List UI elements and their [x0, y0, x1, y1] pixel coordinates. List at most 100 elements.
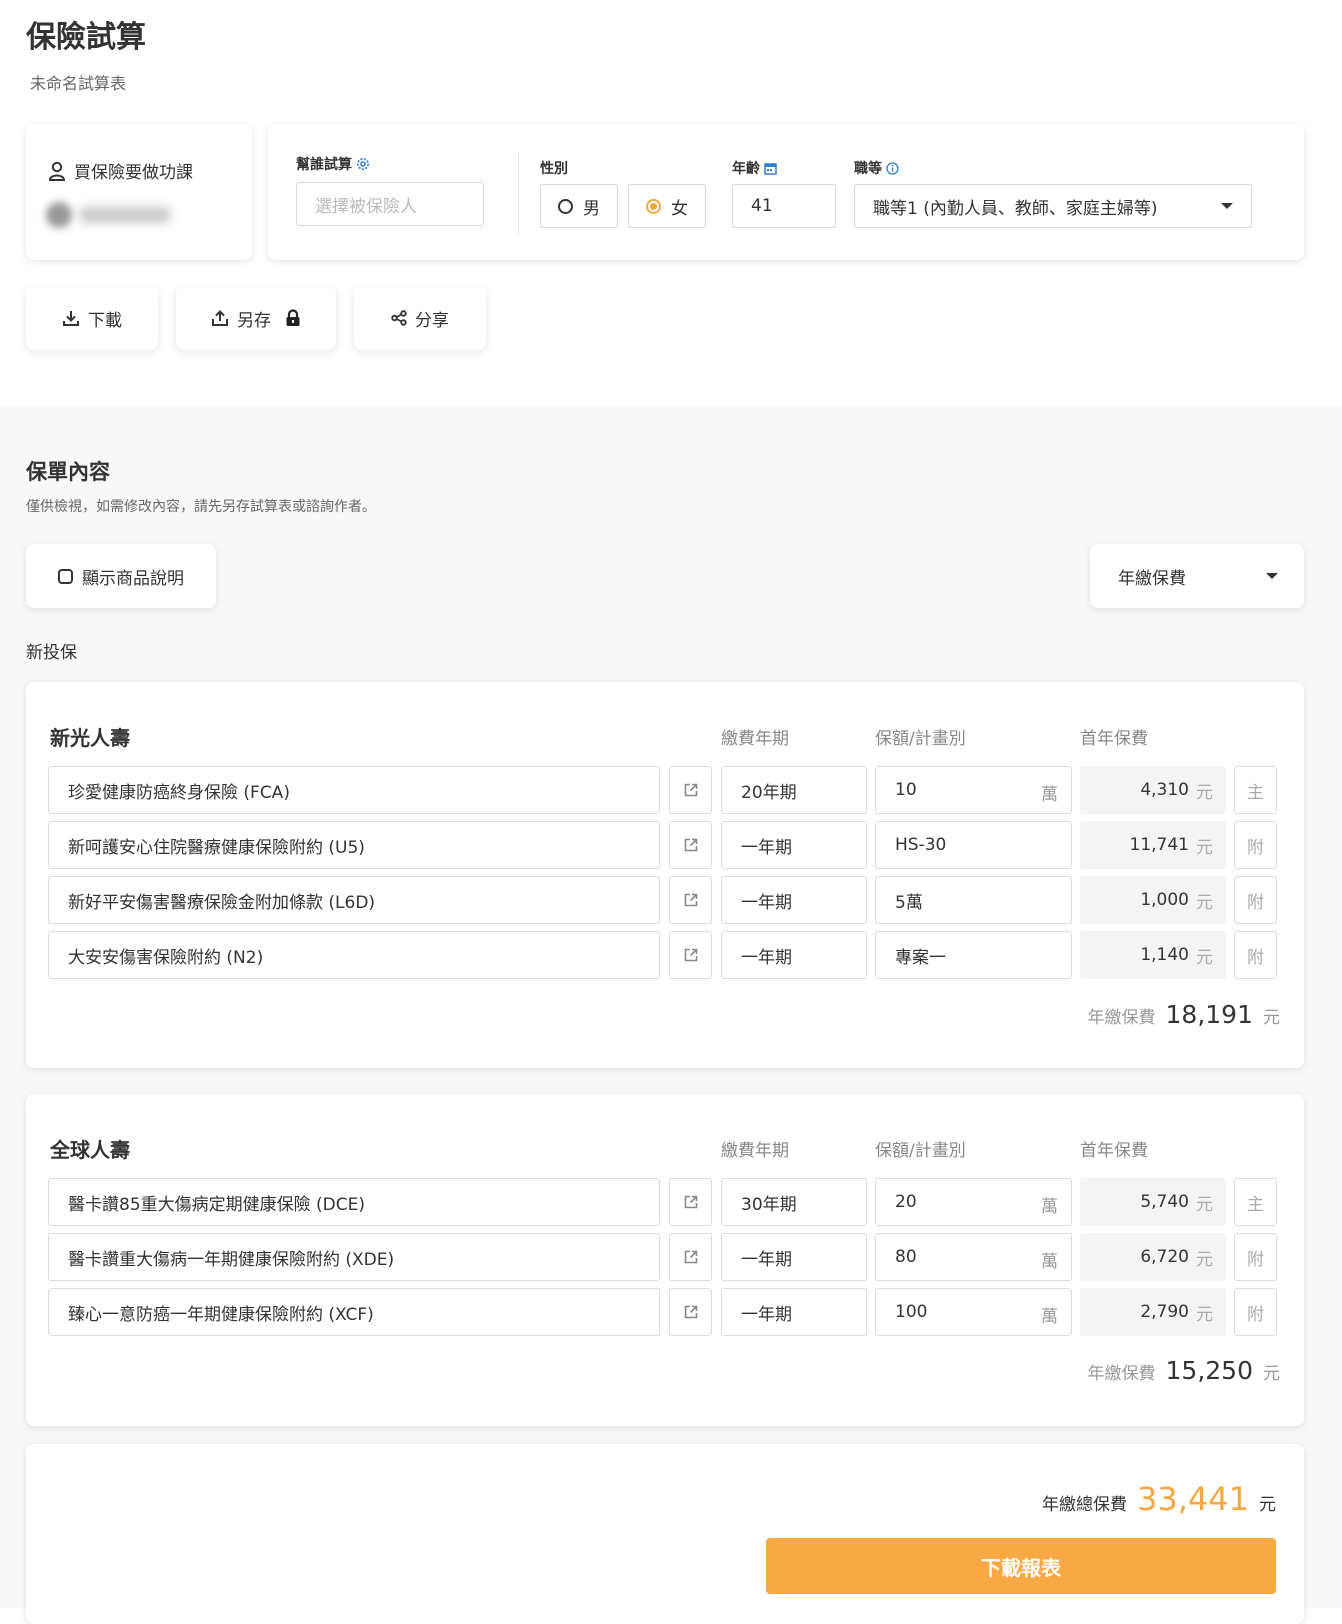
policy-section: 保單內容 僅供檢視，如需修改內容，請先另存試算表或諮詢作者。 顯示商品說明 年繳… [0, 406, 1342, 1624]
product-name[interactable]: 新好平安傷害醫療保險金附加條款 (L6D) [48, 876, 660, 924]
amount-input[interactable]: 10 萬 [875, 766, 1072, 814]
column-header-amount: 保額/計畫別 [875, 729, 966, 749]
external-link-button[interactable] [669, 821, 712, 869]
show-description-label: 顯示商品說明 [82, 568, 184, 589]
external-link-icon [684, 948, 697, 962]
amount-input[interactable]: 專案一 [875, 931, 1072, 979]
amount-unit: 萬 [1041, 1197, 1058, 1217]
rider-tag: 附 [1234, 931, 1277, 979]
external-link-button[interactable] [669, 766, 712, 814]
radio-unselected-icon [558, 198, 573, 214]
amount-value: 80 [895, 1247, 917, 1267]
gender-option-male[interactable]: 男 [540, 184, 618, 228]
term-select[interactable]: 30年期 [721, 1178, 867, 1226]
occupation-select[interactable]: 職等1 (內勤人員、教師、家庭主婦等) [854, 184, 1252, 228]
product-name[interactable]: 大安安傷害保險附約 (N2) [48, 931, 660, 979]
term-select[interactable]: 20年期 [721, 766, 867, 814]
page-title: 保險試算 [26, 20, 146, 55]
amount-value: 專案一 [895, 947, 946, 968]
external-link-button[interactable] [669, 1288, 712, 1336]
amount-unit: 萬 [1041, 1252, 1058, 1272]
premium-amount: 1,000 [1140, 890, 1189, 910]
premium-period-value: 年繳保費 [1118, 568, 1186, 589]
rider-tag: 附 [1234, 1288, 1277, 1336]
section-note: 僅供檢視，如需修改內容，請先另存試算表或諮詢作者。 [26, 499, 376, 515]
info-icon[interactable] [886, 161, 899, 175]
premium-unit: 元 [1196, 892, 1213, 913]
premium-period-select[interactable]: 年繳保費 [1090, 544, 1304, 608]
column-header-term: 繳費年期 [721, 729, 789, 749]
term-select[interactable]: 一年期 [721, 1233, 867, 1281]
product-name[interactable]: 新呵護安心住院醫療健康保險附約 (U5) [48, 821, 660, 869]
term-select[interactable]: 一年期 [721, 931, 867, 979]
gender-option-label: 女 [671, 198, 688, 219]
premium-value: 1,000 元 [1080, 876, 1226, 924]
show-description-toggle[interactable]: 顯示商品說明 [26, 544, 216, 608]
share-button[interactable]: 分享 [354, 286, 486, 350]
external-link-icon [684, 1195, 697, 1209]
amount-input[interactable]: 80 萬 [875, 1233, 1072, 1281]
download-label: 下載 [88, 310, 122, 331]
download-report-button[interactable]: 下載報表 [766, 1538, 1276, 1594]
caret-down-icon [1266, 573, 1278, 579]
amount-input[interactable]: 5萬 [875, 876, 1072, 924]
amount-value: 20 [895, 1192, 917, 1212]
author-name: 買保險要做功課 [74, 163, 193, 183]
amount-input[interactable]: HS-30 [875, 821, 1072, 869]
company-subtotal: 年繳保費 15,250 元 [1088, 1356, 1280, 1385]
amount-value: 100 [895, 1302, 928, 1322]
author-link[interactable]: 買保險要做功課 [48, 158, 193, 183]
product-name[interactable]: 臻心一意防癌一年期健康保險附約 (XCF) [48, 1288, 660, 1336]
save-as-button[interactable]: 另存 [176, 286, 336, 350]
term-select[interactable]: 一年期 [721, 821, 867, 869]
external-link-button[interactable] [669, 1178, 712, 1226]
save-icon [212, 310, 228, 326]
subtotal-unit: 元 [1263, 1008, 1280, 1028]
insured-select[interactable]: 選擇被保險人 [296, 182, 484, 226]
term-select[interactable]: 一年期 [721, 876, 867, 924]
company-name: 新光人壽 [50, 726, 130, 750]
amount-input[interactable]: 100 萬 [875, 1288, 1072, 1336]
external-link-button[interactable] [669, 876, 712, 924]
download-button[interactable]: 下載 [26, 286, 158, 350]
divider [518, 154, 519, 234]
occupation-label-text: 職等 [854, 161, 882, 177]
external-link-button[interactable] [669, 931, 712, 979]
rider-tag: 附 [1234, 1233, 1277, 1281]
lock-icon [286, 309, 300, 326]
gender-option-female[interactable]: 女 [628, 184, 706, 228]
external-link-icon [684, 893, 697, 907]
subtotal-label: 年繳保費 [1087, 1364, 1156, 1384]
premium-amount: 4,310 [1140, 780, 1189, 800]
column-header-term: 繳費年期 [721, 1141, 789, 1161]
amount-input[interactable]: 20 萬 [875, 1178, 1072, 1226]
user-icon [48, 161, 66, 181]
term-select[interactable]: 一年期 [721, 1288, 867, 1336]
avatar [46, 202, 72, 228]
product-name[interactable]: 醫卡讚85重大傷病定期健康保險 (DCE) [48, 1178, 660, 1226]
product-name[interactable]: 醫卡讚重大傷病一年期健康保險附約 (XDE) [48, 1233, 660, 1281]
section-title: 保單內容 [26, 460, 110, 484]
external-link-button[interactable] [669, 1233, 712, 1281]
calendar-icon[interactable] [764, 162, 777, 175]
external-link-icon [684, 1250, 697, 1264]
amount-value: HS-30 [895, 835, 947, 855]
column-header-premium: 首年保費 [1080, 1141, 1148, 1161]
external-link-icon [684, 783, 697, 797]
premium-unit: 元 [1196, 947, 1213, 968]
premium-amount: 6,720 [1140, 1247, 1189, 1267]
radio-selected-icon [646, 198, 661, 214]
rider-tag: 主 [1234, 766, 1277, 814]
occupation-value: 職等1 (內勤人員、教師、家庭主婦等) [873, 198, 1158, 219]
premium-unit: 元 [1196, 1194, 1213, 1215]
age-input[interactable]: 41 [732, 184, 836, 228]
subtotal-label: 年繳保費 [1087, 1008, 1156, 1028]
amount-value: 5萬 [895, 892, 923, 913]
premium-value: 4,310 元 [1080, 766, 1226, 814]
product-name[interactable]: 珍愛健康防癌終身保險 (FCA) [48, 766, 660, 814]
gear-icon[interactable] [356, 157, 370, 171]
column-header-amount: 保額/計畫別 [875, 1141, 966, 1161]
sheet-name[interactable]: 未命名試算表 [30, 70, 126, 94]
new-policy-label: 新投保 [26, 643, 77, 663]
share-label: 分享 [415, 310, 449, 331]
